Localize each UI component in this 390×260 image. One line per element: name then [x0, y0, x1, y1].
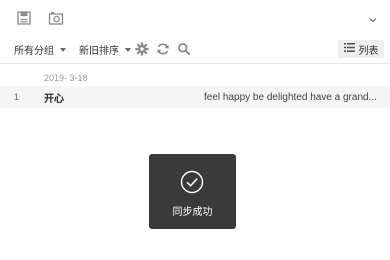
check-circle-icon: [180, 170, 204, 194]
save-icon[interactable]: [16, 10, 32, 26]
chevron-down-icon[interactable]: [368, 12, 378, 23]
row-title: 开心: [44, 93, 64, 105]
gear-icon[interactable]: [135, 42, 149, 56]
row-number: 1: [14, 92, 20, 102]
sort-label: 新旧排序: [79, 46, 119, 57]
toast-message: 同步成功: [172, 207, 213, 218]
sync-success-toast: 同步成功: [149, 154, 236, 229]
caret-down-icon: [60, 47, 66, 52]
search-icon[interactable]: [177, 42, 191, 56]
list-icon: [343, 43, 355, 55]
list-item[interactable]: 1 开心 feel happy be delighted have a gran…: [0, 86, 390, 108]
caret-down-icon: [125, 47, 131, 52]
sort-dropdown[interactable]: 新旧排序: [79, 42, 131, 57]
top-bar: [0, 0, 390, 36]
toolbar: 所有分组 新旧排序 列表: [0, 36, 390, 64]
list-view-button[interactable]: 列表: [338, 40, 384, 58]
row-description: feel happy be delighted have a grand...: [204, 91, 377, 103]
sync-icon[interactable]: [156, 42, 170, 56]
group-filter-label: 所有分组: [14, 46, 54, 57]
list-view-label: 列表: [358, 45, 379, 57]
group-filter-dropdown[interactable]: 所有分组: [14, 42, 66, 57]
date-header: 2019- 3-18: [44, 73, 88, 83]
camera-icon[interactable]: [48, 10, 64, 26]
